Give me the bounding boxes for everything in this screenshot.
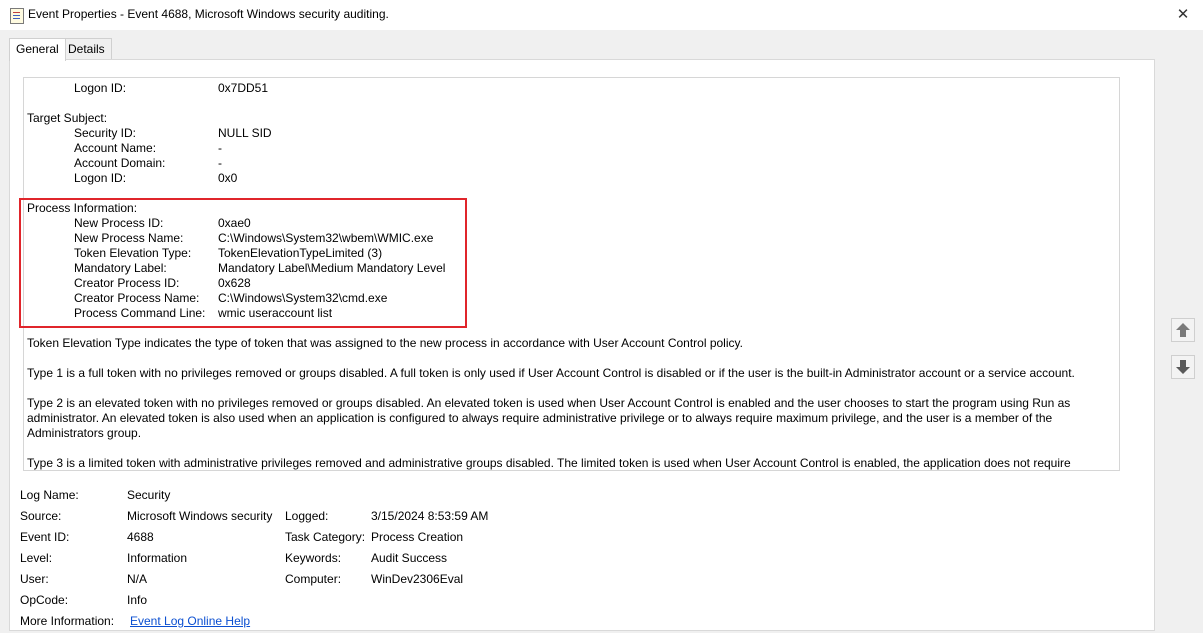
level-label: Level: [20, 551, 53, 565]
event-icon [10, 8, 24, 24]
previous-event-button[interactable] [1171, 318, 1195, 342]
event-log-online-help-link[interactable]: Event Log Online Help [130, 614, 250, 628]
field-value: NULL SID [218, 126, 272, 140]
task-category-label: Task Category: [285, 530, 366, 544]
field-label: Security ID: [74, 126, 137, 140]
title-bar: Event Properties - Event 4688, Microsoft… [0, 0, 1203, 30]
event-id-value: 4688 [127, 530, 154, 544]
logged-value: 3/15/2024 8:53:59 AM [371, 509, 489, 523]
arrow-down-icon [1176, 360, 1190, 374]
task-category-value: Process Creation [371, 530, 464, 544]
source-value: Microsoft Windows security [127, 509, 273, 523]
event-properties-window: Event Properties - Event 4688, Microsoft… [0, 0, 1203, 633]
opcode-label: OpCode: [20, 593, 69, 607]
tab-details[interactable]: Details [61, 38, 112, 60]
next-event-button[interactable] [1171, 355, 1195, 379]
window-title: Event Properties - Event 4688, Microsoft… [28, 7, 389, 21]
target-subject-header: Target Subject: [27, 111, 108, 125]
keywords-label: Keywords: [285, 551, 342, 565]
logged-label: Logged: [285, 509, 329, 523]
source-label: Source: [20, 509, 62, 523]
keywords-value: Audit Success [371, 551, 448, 565]
arrow-up-icon [1176, 323, 1190, 337]
log-name-value: Security [127, 488, 171, 502]
user-value: N/A [127, 572, 148, 586]
field-value: - [218, 156, 222, 170]
field-value: - [218, 141, 222, 155]
event-id-label: Event ID: [20, 530, 70, 544]
field-label: Account Name: [74, 141, 157, 155]
level-value: Information [127, 551, 188, 565]
general-panel: Logon ID: 0x7DD51 Target Subject: Securi… [9, 59, 1155, 631]
type2-paragraph: Type 2 is an elevated token with no priv… [27, 396, 1071, 440]
type3-paragraph: Type 3 is a limited token with administr… [27, 456, 1071, 470]
type1-paragraph: Type 1 is a full token with no privilege… [27, 366, 1075, 380]
more-information-label: More Information: [20, 614, 115, 628]
close-icon[interactable]: ✕ [1173, 5, 1193, 25]
log-name-label: Log Name: [20, 488, 79, 502]
computer-value: WinDev2306Eval [371, 572, 464, 586]
field-label: Account Domain: [74, 156, 166, 170]
field-label: Logon ID: [74, 171, 127, 185]
field-value: 0x0 [218, 171, 238, 185]
user-label: User: [20, 572, 49, 586]
process-information-highlight [19, 198, 467, 328]
field-value: 0x7DD51 [218, 81, 269, 95]
tab-general[interactable]: General [9, 38, 66, 61]
token-elevation-paragraph: Token Elevation Type indicates the type … [27, 336, 743, 350]
field-label: Logon ID: [74, 81, 127, 95]
computer-label: Computer: [285, 572, 342, 586]
opcode-value: Info [127, 593, 148, 607]
